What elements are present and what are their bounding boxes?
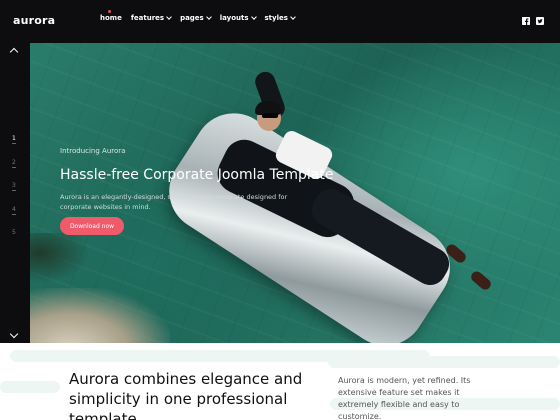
slide-number-3[interactable]: 3 xyxy=(12,182,16,206)
menu-item-styles[interactable]: styles xyxy=(264,14,296,22)
facebook-glyph xyxy=(522,17,530,25)
about-section: Aurora combines elegance and simplicity … xyxy=(0,343,560,420)
slide-number-1[interactable]: 1 xyxy=(12,135,16,159)
menu-item-label: home xyxy=(100,14,122,22)
slide-divider xyxy=(12,143,16,144)
slide-label: 5 xyxy=(12,229,16,236)
download-button[interactable]: Download now xyxy=(60,217,124,235)
active-indicator xyxy=(108,10,111,13)
slide-number-4[interactable]: 4 xyxy=(12,206,16,230)
hero-headline: Hassle-free Corporate Joomla Template xyxy=(60,167,334,183)
hero-slider: Introducing Aurora Hassle-free Corporate… xyxy=(30,43,560,343)
about-text: Aurora is modern, yet refined. Its exten… xyxy=(338,376,471,420)
facebook-icon[interactable] xyxy=(522,17,530,25)
poolside-shade xyxy=(30,288,170,343)
slide-divider xyxy=(12,166,16,168)
hero-description: Aurora is an elegantly-designed, simple … xyxy=(60,193,288,211)
twitter-glyph xyxy=(536,17,544,25)
menu-item-label: layouts xyxy=(219,14,249,22)
menu-item-home[interactable]: home xyxy=(100,10,122,22)
menu-item-features[interactable]: features xyxy=(130,14,172,22)
about-headline: Aurora combines elegance and simplicity … xyxy=(69,370,303,420)
decorative-band xyxy=(328,356,560,368)
chevron-down-icon xyxy=(166,14,172,20)
menu-item-layouts[interactable]: layouts xyxy=(219,14,257,22)
decorative-band xyxy=(0,381,60,393)
chevron-down-icon[interactable] xyxy=(9,329,19,339)
twitter-icon[interactable] xyxy=(536,17,544,25)
slide-label: 1 xyxy=(12,135,16,142)
slide-label: 4 xyxy=(12,205,16,213)
slide-label: 3 xyxy=(12,182,16,189)
menu-item-pages[interactable]: pages xyxy=(180,14,212,22)
hero-eyebrow: Introducing Aurora xyxy=(60,147,126,155)
menu-item-label: features xyxy=(130,14,165,22)
slider-rail: 1 2 3 4 5 xyxy=(0,43,30,343)
slide-pagination: 1 2 3 4 5 xyxy=(12,135,16,253)
chevron-up-icon[interactable] xyxy=(9,47,19,57)
menu-item-label: styles xyxy=(264,14,288,22)
slide-divider xyxy=(12,190,16,191)
top-navbar: aurora home features pages layouts style… xyxy=(0,0,560,43)
palm-leaf-shadow xyxy=(30,233,90,283)
slide-label: 2 xyxy=(12,158,16,166)
main-menu: home features pages layouts styles xyxy=(100,10,304,22)
slide-number-5[interactable]: 5 xyxy=(12,229,16,253)
person-sunglasses xyxy=(262,113,278,118)
slide-number-2[interactable]: 2 xyxy=(12,159,16,183)
menu-item-label: pages xyxy=(180,14,204,22)
chevron-down-icon xyxy=(290,14,296,20)
chevron-down-icon xyxy=(250,14,257,20)
person-shoe xyxy=(469,269,493,292)
site-logo[interactable]: aurora xyxy=(13,14,55,27)
chevron-down-icon xyxy=(205,14,212,20)
slide-divider xyxy=(12,213,16,215)
hero-caption: Introducing Aurora Hassle-free Corporate… xyxy=(60,147,360,212)
